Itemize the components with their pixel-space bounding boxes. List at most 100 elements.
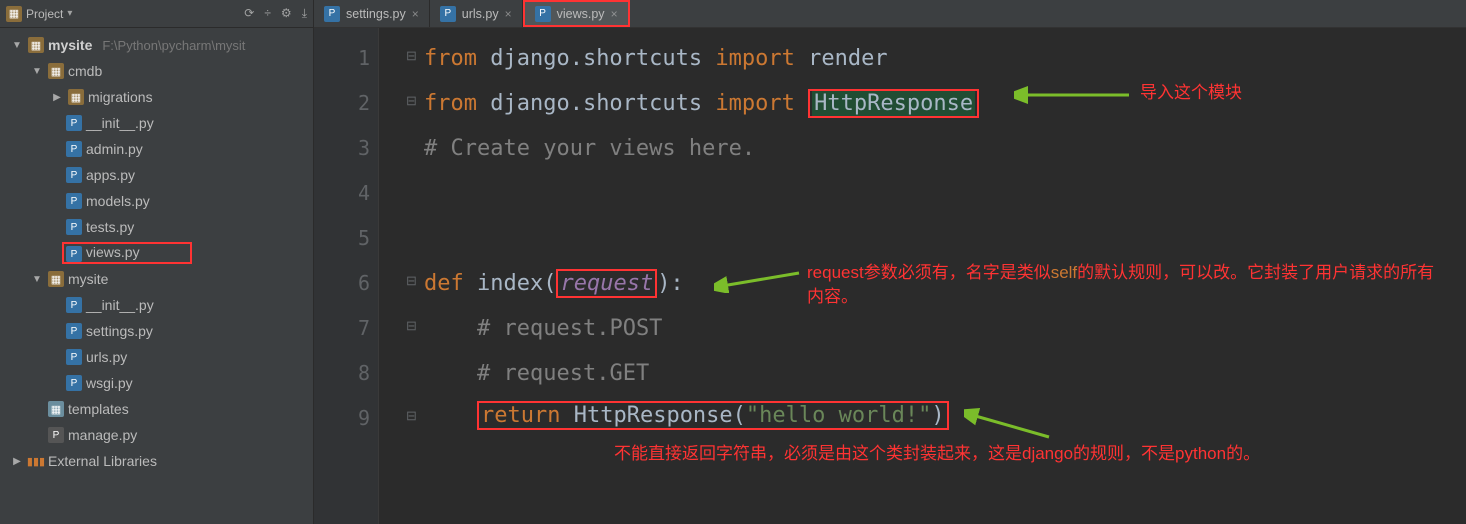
code-line: def index(request):	[424, 271, 684, 296]
tab-label: settings.py	[346, 7, 406, 21]
tree-row[interactable]: P admin.py	[0, 136, 313, 162]
code-line: # request.POST	[477, 316, 662, 341]
package-icon: ▦	[48, 271, 64, 287]
folder-migrations: migrations	[88, 89, 153, 105]
tree-row[interactable]: P tests.py	[0, 214, 313, 240]
tree-row[interactable]: P manage.py	[0, 422, 313, 448]
tab-views[interactable]: P views.py ×	[523, 0, 630, 27]
fold-icon[interactable]: ⊟	[406, 48, 417, 64]
tree-row[interactable]: P apps.py	[0, 162, 313, 188]
line-number: 2	[358, 91, 370, 115]
line-number: 4	[358, 181, 370, 205]
collapse-all-icon[interactable]: ⟳	[244, 6, 254, 21]
expand-icon[interactable]: ▼	[10, 40, 24, 51]
folder-icon: ▦	[48, 401, 64, 417]
file-init: __init__.py	[86, 115, 154, 131]
tree-row[interactable]: ▶ ▮▮▮ External Libraries	[0, 448, 313, 474]
tree-row[interactable]: ▼ ▦ mysite	[0, 266, 313, 292]
highlight-box: P views.py	[62, 242, 192, 265]
highlight-box: return HttpResponse("hello world!")	[477, 401, 949, 430]
file-wsgi: wsgi.py	[86, 375, 133, 391]
file-views: views.py	[86, 244, 140, 260]
locate-icon[interactable]: ÷	[264, 6, 271, 21]
python-file-icon: P	[66, 141, 82, 157]
package-icon: ▦	[68, 89, 84, 105]
close-icon[interactable]: ×	[412, 7, 419, 21]
file-models: models.py	[86, 193, 150, 209]
tree-row[interactable]: P wsgi.py	[0, 370, 313, 396]
tree-row[interactable]: P settings.py	[0, 318, 313, 344]
project-tree[interactable]: ▼ ▦ mysite F:\Python\pycharm\mysit ▼ ▦ c…	[0, 28, 313, 474]
tree-row[interactable]: ▶ ▦ migrations	[0, 84, 313, 110]
python-file-icon: P	[66, 167, 82, 183]
fold-icon[interactable]: ⊟	[406, 93, 417, 109]
project-sidebar: ▦ Project ▾ ⟳ ÷ ⚙ ⤓ ▼ ▦ mysite F:\Python…	[0, 0, 314, 524]
python-file-icon: P	[66, 193, 82, 209]
file-admin: admin.py	[86, 141, 143, 157]
library-icon: ▮▮▮	[28, 453, 44, 469]
tab-label: urls.py	[462, 7, 499, 21]
tree-row[interactable]: P __init__.py	[0, 292, 313, 318]
dropdown-icon[interactable]: ▾	[67, 8, 72, 19]
code-line: # Create your views here.	[424, 136, 755, 161]
line-number: 8	[358, 361, 370, 385]
python-file-icon: P	[324, 6, 340, 22]
tree-row[interactable]: ▼ ▦ cmdb	[0, 58, 313, 84]
hide-icon[interactable]: ⤓	[302, 6, 307, 21]
python-file-icon: P	[66, 115, 82, 131]
expand-icon[interactable]: ▶	[50, 92, 64, 103]
line-number: 3	[358, 136, 370, 160]
tab-bar: P settings.py × P urls.py × P views.py ×	[314, 0, 1466, 28]
editor-area: P settings.py × P urls.py × P views.py ×…	[314, 0, 1466, 524]
highlight-box: HttpResponse	[808, 89, 979, 118]
project-path: F:\Python\pycharm\mysit	[102, 38, 245, 53]
file-init2: __init__.py	[86, 297, 154, 313]
expand-icon[interactable]: ▼	[30, 66, 44, 77]
fold-icon[interactable]: ⊟	[406, 408, 417, 424]
expand-icon[interactable]: ▼	[30, 274, 44, 285]
line-number: 6	[358, 271, 370, 295]
tab-settings[interactable]: P settings.py ×	[314, 0, 430, 27]
folder-icon: ▦	[28, 37, 44, 53]
close-icon[interactable]: ×	[505, 7, 512, 21]
code-line: # request.GET	[477, 361, 649, 386]
file-apps: apps.py	[86, 167, 135, 183]
sidebar-header: ▦ Project ▾ ⟳ ÷ ⚙ ⤓	[0, 0, 313, 28]
python-file-icon: P	[48, 427, 64, 443]
python-file-icon: P	[535, 6, 551, 22]
sidebar-title: Project	[26, 7, 63, 21]
tab-urls[interactable]: P urls.py ×	[430, 0, 523, 27]
external-libraries: External Libraries	[48, 453, 157, 469]
fold-icon[interactable]: ⊟	[406, 273, 417, 289]
tab-label: views.py	[557, 7, 605, 21]
tree-row[interactable]: P __init__.py	[0, 110, 313, 136]
fold-icon[interactable]: ⊟	[406, 318, 417, 334]
settings-icon[interactable]: ⚙	[281, 6, 292, 21]
line-number: 7	[358, 316, 370, 340]
line-number: 5	[358, 226, 370, 250]
package-icon: ▦	[48, 63, 64, 79]
file-urls: urls.py	[86, 349, 127, 365]
project-root: mysite	[48, 37, 92, 53]
tree-row[interactable]: P urls.py	[0, 344, 313, 370]
tree-row[interactable]: P views.py	[0, 240, 313, 266]
gutter: 1 2 3 4 5 6 7 8 9	[314, 28, 379, 524]
folder-templates: templates	[68, 401, 129, 417]
python-file-icon: P	[66, 297, 82, 313]
python-file-icon: P	[66, 246, 82, 262]
code-line: from django.shortcuts import HttpRespons…	[424, 91, 979, 116]
expand-icon[interactable]: ▶	[10, 456, 24, 467]
tree-row[interactable]: ▼ ▦ mysite F:\Python\pycharm\mysit	[0, 32, 313, 58]
tree-row[interactable]: P models.py	[0, 188, 313, 214]
close-icon[interactable]: ×	[611, 7, 618, 21]
code-line: return HttpResponse("hello world!")	[477, 403, 949, 428]
python-file-icon: P	[66, 219, 82, 235]
file-tests: tests.py	[86, 219, 134, 235]
project-icon: ▦	[6, 6, 22, 22]
annotation-import: 导入这个模块	[1140, 81, 1242, 105]
code-line: from django.shortcuts import render	[424, 46, 888, 71]
sidebar-toolbar: ⟳ ÷ ⚙ ⤓	[244, 6, 307, 21]
line-number: 9	[358, 406, 370, 430]
python-file-icon: P	[66, 349, 82, 365]
tree-row[interactable]: ▦ templates	[0, 396, 313, 422]
